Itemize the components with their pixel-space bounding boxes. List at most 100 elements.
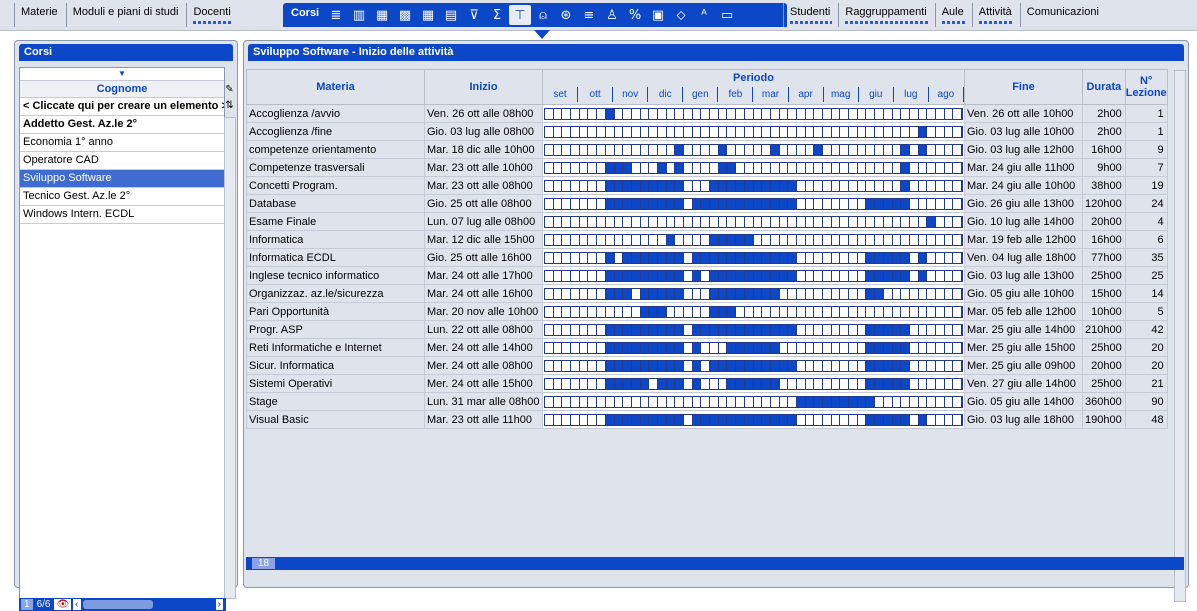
table-row[interactable]: Reti Informatiche e Internet Mer. 24 ott … [246, 338, 1168, 357]
column-header-cognome[interactable]: Cognome [20, 81, 224, 98]
week-empty [953, 145, 962, 155]
table-row[interactable]: Organizzaz. az.le/sicurezza Mar. 24 ott a… [246, 284, 1168, 303]
menu-item-attivit-[interactable]: Attività [971, 3, 1018, 27]
week-active [736, 181, 745, 191]
table-row[interactable]: Inglese tecnico informatico Mar. 24 ott a… [246, 266, 1168, 285]
week-active [727, 271, 737, 281]
activity-timeline [544, 144, 963, 156]
list-icon[interactable]: ≣ [325, 5, 347, 25]
table-row[interactable]: Concetti Program. Mar. 23 ott alle 08h00 M… [246, 176, 1168, 195]
wheel-icon[interactable]: ⊛ [555, 5, 577, 25]
table-row[interactable]: Visual Basic Mar. 23 ott alle 11h00 Gio. 0… [246, 410, 1168, 429]
table-row[interactable]: Accoglienza /fine Gio. 03 lug alle 08h00 G… [246, 122, 1168, 141]
filter-icon[interactable]: ⊽ [463, 5, 485, 25]
column-header-inizio[interactable]: Inizio [424, 69, 543, 105]
column-header-lezioni[interactable]: N° Lezione [1124, 69, 1168, 105]
list-item[interactable]: Addetto Gest. Az.le 2° [20, 116, 224, 134]
week-empty [840, 163, 850, 173]
week-empty [580, 235, 589, 245]
week-empty [840, 235, 850, 245]
table-row[interactable]: competenze orientamento Mar. 18 dic alle … [246, 140, 1168, 159]
menu-item-studenti[interactable]: Studenti [783, 3, 836, 27]
eye-icon[interactable]: 👁 [54, 599, 72, 610]
table-row[interactable]: Sistemi Operativi Mer. 24 ott alle 15h00 V… [246, 374, 1168, 393]
active-view-indicator-icon [534, 30, 550, 39]
wrench-icon[interactable]: ✎ [224, 84, 235, 98]
schedule-scrollbar[interactable] [1174, 70, 1186, 602]
menu-item-comunicazioni[interactable]: Comunicazioni [1019, 3, 1105, 27]
percent-icon[interactable]: % [624, 5, 646, 25]
sort-icon[interactable]: ⇅ [224, 100, 235, 114]
group-icon[interactable]: ⍝ [532, 5, 554, 25]
table-row[interactable]: Pari Opportunità Mar. 20 nov alle 10h00 Ma… [246, 302, 1168, 321]
week-active [901, 343, 910, 353]
table-row[interactable]: Esame Finale Lun. 07 lug alle 08h00 Gio. 1… [246, 212, 1168, 231]
week-empty [927, 127, 936, 137]
table-row[interactable]: Sicur. Informatica Mer. 24 ott alle 08h00… [246, 356, 1168, 375]
table-row[interactable]: Informatica ECDL Gio. 25 ott alle 16h00 Ve… [246, 248, 1168, 267]
menu-item-raggruppamenti[interactable]: Raggruppamenti [838, 3, 932, 27]
week-active [892, 343, 902, 353]
columns-icon[interactable]: ▥ [348, 5, 370, 25]
week-empty [788, 217, 797, 227]
table-row[interactable]: Accoglienza /avvio Ven. 26 ott alle 08h00… [246, 104, 1168, 123]
list-item[interactable]: Operatore CAD [20, 152, 224, 170]
menu-item-docenti[interactable]: Docenti [186, 3, 236, 27]
person-icon[interactable]: ♙ [601, 5, 623, 25]
panel-icon[interactable]: ▭ [716, 5, 738, 25]
menu-item-materie[interactable]: Materie [14, 3, 64, 27]
list-item[interactable]: Sviluppo Software [20, 170, 224, 188]
text-style-icon[interactable]: ᴬ [693, 5, 715, 25]
horizontal-scrollbar[interactable] [82, 600, 153, 609]
calendar-grid-icon[interactable]: ▩ [394, 5, 416, 25]
week-active [901, 199, 910, 209]
cell-periodo [542, 356, 965, 375]
week-empty [797, 271, 806, 281]
grid-alt-icon[interactable]: ▤ [440, 5, 462, 25]
cell-durata: 190h00 [1082, 410, 1126, 429]
week-empty [684, 379, 693, 389]
column-header-durata[interactable]: Durata [1082, 69, 1126, 105]
list-item[interactable]: Windows Intern. ECDL [20, 206, 224, 224]
week-active [692, 379, 702, 389]
table-row[interactable]: Competenze trasversali Mar. 23 ott alle 1… [246, 158, 1168, 177]
week-empty [693, 109, 702, 119]
list-item[interactable]: Tecnico Gest. Az.le 2° [20, 188, 224, 206]
cell-inizio: Ven. 26 ott alle 08h00 [424, 104, 543, 123]
list-lines-icon[interactable]: ≡ [578, 5, 600, 25]
column-header-periodo[interactable]: Periodo set ott nov dic gen feb mar apr mag giu lu… [542, 69, 965, 105]
courses-list-scrollbar[interactable] [224, 117, 236, 599]
week-empty [693, 145, 702, 155]
table-row[interactable]: Progr. ASP Lun. 22 ott alle 08h00 Mar. 25 … [246, 320, 1168, 339]
list-item[interactable]: < Cliccate qui per creare un elemento > [20, 98, 224, 116]
week-empty [710, 343, 719, 353]
list-item[interactable]: Economia 1° anno [20, 134, 224, 152]
week-empty [919, 289, 928, 299]
week-empty [823, 199, 832, 209]
menu-item-aule[interactable]: Aule [934, 3, 970, 27]
week-empty [701, 289, 711, 299]
week-empty [849, 379, 858, 389]
scroll-left-icon[interactable]: ‹ [73, 599, 81, 610]
week-empty [849, 109, 858, 119]
person-grid-icon[interactable]: ▦ [371, 5, 393, 25]
menu-right-group: Studenti Raggruppamenti Aule Attività Comuni… [783, 3, 1107, 27]
week-active [918, 127, 928, 137]
table-row[interactable]: Informatica Mar. 12 dic alle 15h00 Mar. 19… [246, 230, 1168, 249]
column-header-fine[interactable]: Fine [964, 69, 1083, 105]
table-icon[interactable]: ▣ [647, 5, 669, 25]
tab-corsi[interactable]: Corsi ≣ ▥ ▦ ▩ ▦ ▤ ⊽ Σ ⊤ ⍝ ⊛ ≡ ♙% ▣ ⬦ ᴬ ▭ [283, 3, 787, 27]
sum-icon[interactable]: Σ [486, 5, 508, 25]
tag-icon[interactable]: ⬦ [670, 5, 692, 25]
sort-down-icon[interactable]: ▼ [20, 68, 224, 81]
scroll-right-icon[interactable]: › [215, 599, 223, 610]
week-empty [780, 109, 789, 119]
activity-timeline [544, 234, 963, 246]
menu-item-moduli-e-piani-di-studi[interactable]: Moduli e piani di studi [65, 3, 185, 27]
week-empty [606, 127, 615, 137]
table-row[interactable]: Database Gio. 25 ott alle 08h00 Gio. 26 gi… [246, 194, 1168, 213]
timeline-icon[interactable]: ⊤ [509, 5, 531, 25]
column-header-materia[interactable]: Materia [246, 69, 425, 105]
grid-icon[interactable]: ▦ [417, 5, 439, 25]
table-row[interactable]: Stage Lun. 31 mar alle 08h00 Gio. 05 giu a… [246, 392, 1168, 411]
